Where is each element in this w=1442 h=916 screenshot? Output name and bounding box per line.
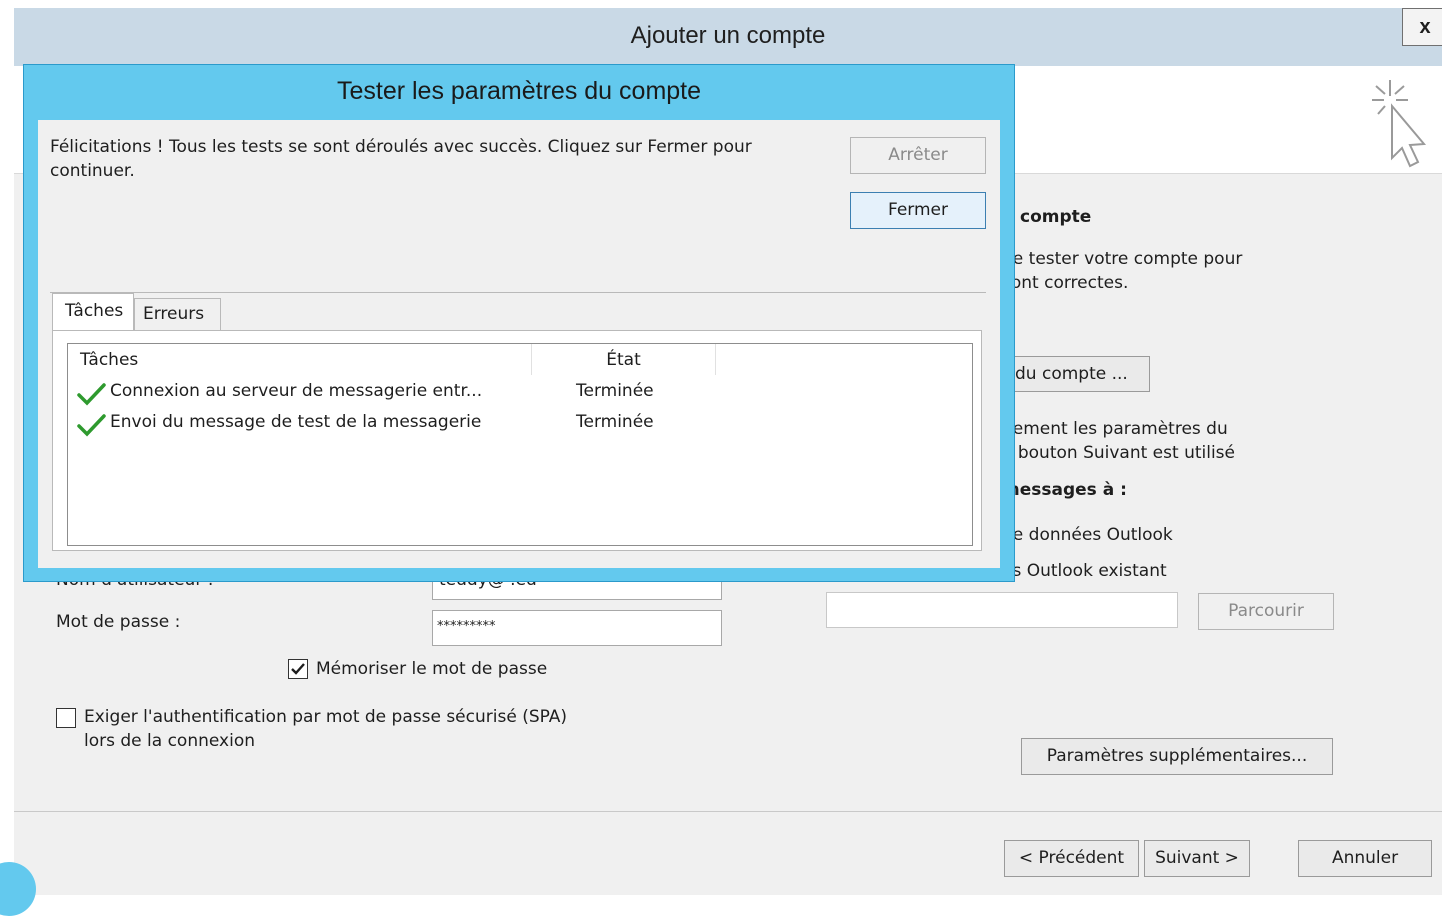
success-message-line2: continuer. <box>50 161 135 181</box>
test-settings-heading: u compte <box>1002 207 1092 227</box>
tab-tasks-label: Tâches <box>65 301 124 321</box>
task-status: Terminée <box>576 381 654 401</box>
tab-panel: Tâches État Connexion au serveur de mess… <box>52 330 982 551</box>
next-button[interactable]: Suivant > <box>1144 840 1250 877</box>
wizard-cursor-icon <box>1372 80 1427 168</box>
remember-password-checkbox[interactable] <box>288 659 308 679</box>
task-name: Connexion au serveur de messagerie entr.… <box>110 381 483 401</box>
dialog-client-area: Félicitations ! Tous les tests se sont d… <box>38 120 1000 568</box>
password-label: Mot de passe : <box>56 612 181 632</box>
back-button[interactable]: < Précédent <box>1004 840 1139 877</box>
more-settings-button[interactable]: Paramètres supplémentaires... <box>1021 738 1333 775</box>
column-header-status-label: État <box>606 350 641 370</box>
deliver-to-heading: messages à : <box>1002 480 1127 500</box>
list-item[interactable]: Connexion au serveur de messagerie entr.… <box>68 379 972 409</box>
auto-test-line1: uement les paramètres du <box>1002 419 1228 439</box>
task-name: Envoi du message de test de la messageri… <box>110 412 482 432</box>
test-settings-dialog: Tester les paramètres du compte Félicita… <box>24 65 1014 581</box>
column-header-tasks[interactable]: Tâches <box>68 344 532 375</box>
footer-separator <box>14 811 1442 812</box>
check-icon <box>77 383 106 406</box>
check-icon <box>77 414 106 437</box>
password-input[interactable]: ********* <box>432 610 722 646</box>
cancel-button[interactable]: Annuler <box>1298 840 1432 877</box>
list-item[interactable]: Envoi du message de test de la messageri… <box>68 410 972 440</box>
spa-checkbox[interactable] <box>56 708 76 728</box>
spa-label-line2: lors de la connexion <box>84 731 255 751</box>
remember-password-label: Mémoriser le mot de passe <box>316 659 548 679</box>
checkmark-icon <box>291 663 305 675</box>
tab-tasks[interactable]: Tâches <box>52 293 134 331</box>
spa-label-line1: Exiger l'authentification par mot de pas… <box>84 707 568 727</box>
tabs-container: Tâches Erreurs Tâches État Connexion au … <box>52 293 982 551</box>
tab-errors-label: Erreurs <box>143 304 205 324</box>
test-text-line1: de tester votre compte pour <box>1002 249 1243 269</box>
option-new-data-file[interactable]: de données Outlook <box>1002 525 1173 545</box>
success-message-line1: Félicitations ! Tous les tests se sont d… <box>50 137 752 157</box>
column-header-status[interactable]: État <box>532 344 716 375</box>
window-title: Ajouter un compte <box>630 22 826 49</box>
title-bar: Ajouter un compte <box>14 8 1442 66</box>
dialog-title: Tester les paramètres du compte <box>336 77 702 105</box>
tasks-list[interactable]: Tâches État Connexion au serveur de mess… <box>67 343 973 546</box>
column-header-tasks-label: Tâches <box>80 350 139 370</box>
existing-file-path-input[interactable] <box>826 592 1178 628</box>
task-status: Terminée <box>576 412 654 432</box>
test-text-line2: sont correctes. <box>1002 273 1129 293</box>
option-existing-data-file[interactable]: es Outlook existant <box>1002 561 1167 581</box>
stop-button[interactable]: Arrêter <box>850 137 986 174</box>
window-close-button[interactable]: x <box>1402 8 1442 46</box>
close-dialog-button[interactable]: Fermer <box>850 192 986 229</box>
test-account-button[interactable]: du compte ... <box>1002 356 1150 392</box>
browse-button[interactable]: Parcourir <box>1198 593 1334 630</box>
tab-errors[interactable]: Erreurs <box>134 298 221 330</box>
auto-test-line2: e bouton Suivant est utilisé <box>1002 443 1235 463</box>
